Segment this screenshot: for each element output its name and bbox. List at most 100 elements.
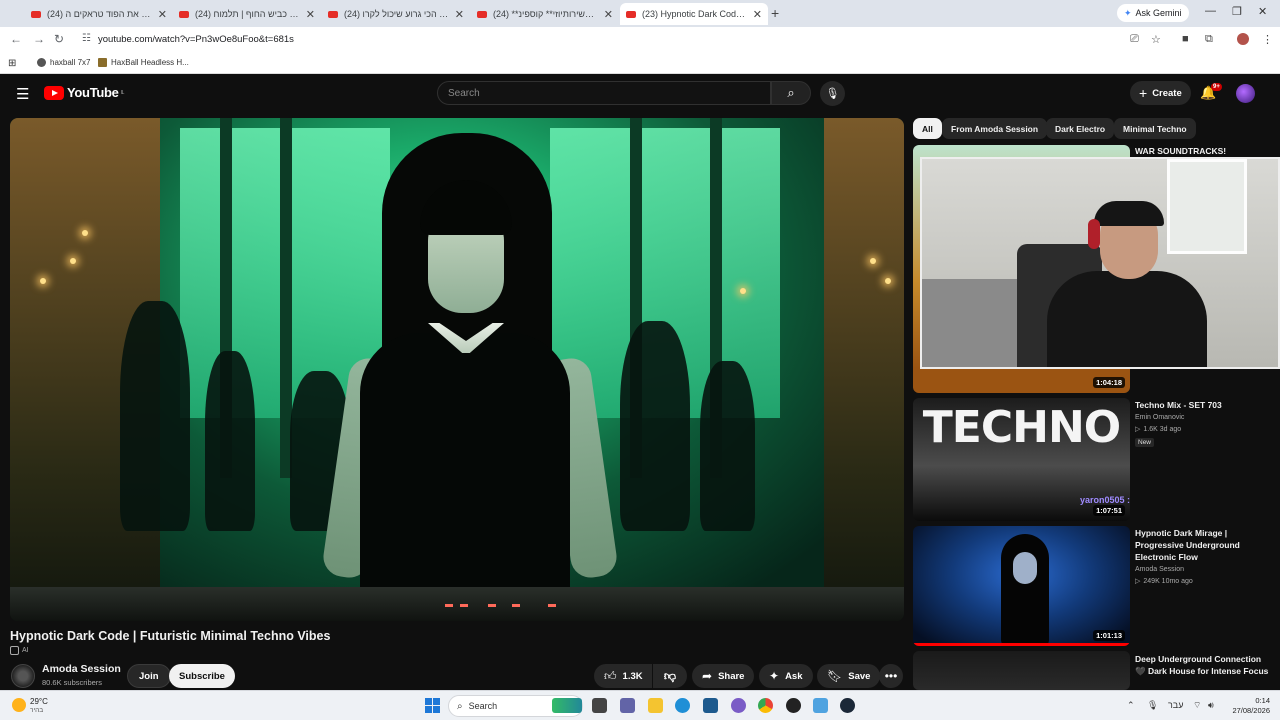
- recommendation-title[interactable]: Hypnotic Dark Mirage | Progressive Under…: [1135, 527, 1270, 563]
- chrome-menu-icon[interactable]: ⋮: [1262, 33, 1273, 46]
- store-icon[interactable]: [703, 698, 718, 713]
- video-player[interactable]: [10, 118, 904, 621]
- new-tab-button[interactable]: +: [771, 5, 779, 21]
- close-tab-icon[interactable]: ✕: [455, 8, 464, 21]
- bookmark-star-icon[interactable]: ☆: [1151, 33, 1161, 46]
- tray-overflow-icon[interactable]: ⌃: [1127, 700, 1135, 711]
- teams-icon[interactable]: [620, 698, 635, 713]
- url-field[interactable]: ☷ youtube.com/watch?v=Pn3wOe8uFoo&t=681s: [76, 29, 1176, 50]
- bookmark-item[interactable]: haxball 7x7: [37, 58, 90, 67]
- restore-icon[interactable]: ❐: [1232, 5, 1242, 18]
- recommendation-stats-text: 249K 10mo ago: [1143, 578, 1193, 585]
- create-button[interactable]: + Create: [1130, 81, 1191, 105]
- tab-title: (24) בוזקים את הפוד טראקים ה: [47, 9, 152, 19]
- minimize-icon[interactable]: —: [1205, 5, 1216, 17]
- edge-icon[interactable]: [675, 698, 690, 713]
- chip-all[interactable]: All: [913, 118, 942, 139]
- site-info-icon[interactable]: ☷: [82, 33, 91, 44]
- bookmark-label: haxball 7x7: [50, 58, 91, 67]
- wifi-icon[interactable]: ⌔: [1193, 700, 1201, 711]
- more-actions-icon[interactable]: •••: [879, 664, 903, 688]
- webcam-person-hair: [1094, 201, 1164, 226]
- views-play-icon: ▷: [1135, 426, 1141, 433]
- dislike-button[interactable]: 👎︎: [653, 664, 687, 688]
- back-icon[interactable]: ←: [10, 32, 22, 46]
- extensions-puzzle-icon[interactable]: ⧉: [1205, 33, 1213, 46]
- chip-from-amoda-session[interactable]: From Amoda Session: [942, 118, 1048, 139]
- ask-gemini-button[interactable]: ✦ Ask Gemini: [1117, 4, 1189, 22]
- windows-start-icon[interactable]: [425, 698, 440, 713]
- volume-icon[interactable]: 🔊︎: [1208, 700, 1214, 711]
- discord-icon[interactable]: [731, 698, 746, 713]
- close-tab-icon[interactable]: ✕: [604, 8, 613, 21]
- menu-icon[interactable]: ☰: [16, 85, 29, 103]
- browser-tab[interactable]: (24) הסיום הכי גרוע שיכול לקרו ✕: [322, 3, 470, 25]
- close-window-icon[interactable]: ✕: [1258, 5, 1267, 18]
- recommendation-title[interactable]: Deep Underground Connection 🖤 Dark House…: [1135, 653, 1270, 677]
- browser-tab-strip: (24) בוזקים את הפוד טראקים ה ✕ (24) רונה…: [0, 0, 1280, 27]
- cast-icon[interactable]: ⎚: [1130, 33, 1139, 46]
- weather-widget[interactable]: 29°C בהיר: [30, 697, 48, 715]
- logo-country: IL: [120, 89, 125, 96]
- save-button[interactable]: 🔖︎ Save: [817, 664, 881, 688]
- weather-sun-icon[interactable]: [12, 698, 26, 712]
- channel-avatar[interactable]: [11, 664, 35, 688]
- browser-tab[interactable]: (24) רונה כביש החוף | תלמוח ✕: [173, 3, 321, 25]
- apps-grid-icon[interactable]: ⊞: [8, 58, 16, 69]
- microphone-tray-icon[interactable]: 🎙: [1147, 700, 1158, 711]
- stream-username-overlay: yaron0505 :: [1080, 495, 1131, 505]
- subscribe-button[interactable]: Subscribe: [169, 664, 235, 688]
- file-explorer-icon[interactable]: [648, 698, 663, 713]
- browser-tab[interactable]: (24) **אותר השירותיוזי** קוספינ ✕: [471, 3, 619, 25]
- app-icon[interactable]: [813, 698, 828, 713]
- video-scene-lamp: [885, 278, 891, 284]
- chip-minimal-techno[interactable]: Minimal Techno: [1114, 118, 1196, 139]
- join-button[interactable]: Join: [127, 664, 171, 688]
- forward-icon[interactable]: →: [33, 32, 45, 46]
- microphone-icon: 🎙: [825, 88, 840, 100]
- search-input[interactable]: Search: [437, 81, 771, 105]
- recommendation-title[interactable]: Techno Mix - SET 703: [1135, 399, 1270, 411]
- recommendation-channel[interactable]: Amoda Session: [1135, 564, 1184, 576]
- taskbar-clock[interactable]: 0:14 27/08/2026: [1228, 696, 1270, 716]
- recommendation-title[interactable]: WAR SOUNDTRACKS!: [1135, 145, 1270, 157]
- ai-label-text: AI: [22, 647, 29, 654]
- account-avatar[interactable]: [1236, 84, 1255, 103]
- thumbnail-text: TECHNO: [922, 402, 1121, 453]
- youtube-favicon-icon: [31, 10, 41, 18]
- close-tab-icon[interactable]: ✕: [753, 8, 762, 21]
- browser-tab[interactable]: (24) בוזקים את הפוד טראקים ה ✕: [25, 3, 173, 25]
- obs-icon[interactable]: [786, 698, 801, 713]
- like-button[interactable]: 👍︎ 1.3K: [594, 664, 652, 688]
- recommendation-channel[interactable]: Emin Omanovic: [1135, 412, 1184, 424]
- video-scene-dancer: [700, 361, 755, 531]
- recommendation-thumbnail[interactable]: 1:01:13: [913, 526, 1130, 646]
- channel-name[interactable]: Amoda Session: [42, 663, 121, 675]
- recommendation-thumbnail[interactable]: [913, 651, 1130, 690]
- webcam-headphones-icon: [1088, 219, 1100, 249]
- reload-icon[interactable]: ↻: [54, 32, 64, 46]
- ask-button[interactable]: ✦ Ask: [759, 664, 813, 688]
- close-tab-icon[interactable]: ✕: [306, 8, 315, 21]
- language-indicator[interactable]: עבר: [1168, 700, 1183, 710]
- bookmark-item[interactable]: HaxBall Headless H...: [98, 58, 189, 67]
- video-scene-dancer: [620, 321, 690, 531]
- youtube-logo[interactable]: YouTube IL: [44, 85, 124, 100]
- widget-thumbnail-icon[interactable]: [552, 698, 582, 713]
- voice-search-button[interactable]: 🎙: [820, 81, 845, 106]
- create-label: Create: [1152, 87, 1182, 99]
- chip-dark-electro[interactable]: Dark Electro: [1046, 118, 1115, 139]
- video-scene-lamp: [82, 230, 88, 236]
- share-button[interactable]: ➦ Share: [692, 664, 755, 688]
- youtube-favicon-icon: [179, 10, 189, 18]
- close-tab-icon[interactable]: ✕: [158, 8, 167, 21]
- extension-icon[interactable]: ■: [1182, 33, 1189, 45]
- logo-text: YouTube: [67, 85, 119, 100]
- search-button[interactable]: ⌕: [771, 81, 811, 105]
- browser-tab-active[interactable]: (23) Hypnotic Dark Code | Futuri ✕: [620, 3, 768, 25]
- video-scene-deck-light: [460, 604, 468, 607]
- chrome-icon[interactable]: [758, 698, 773, 713]
- steam-icon[interactable]: [840, 698, 855, 713]
- task-view-icon[interactable]: [592, 698, 607, 713]
- profile-icon[interactable]: [1237, 33, 1249, 45]
